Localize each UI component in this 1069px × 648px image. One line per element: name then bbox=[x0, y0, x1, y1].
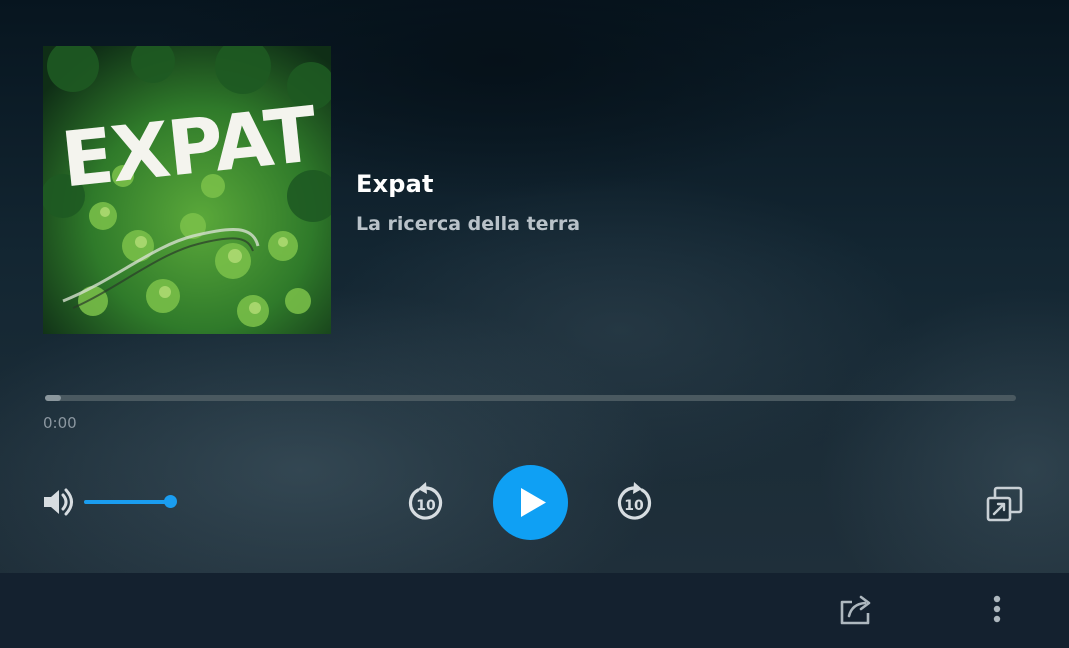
more-options-button[interactable] bbox=[986, 592, 1008, 626]
rewind-10-label: 10 bbox=[416, 498, 436, 514]
volume-slider[interactable] bbox=[84, 495, 177, 508]
popout-icon bbox=[986, 486, 1023, 522]
share-icon bbox=[840, 595, 871, 625]
current-time: 0:00 bbox=[43, 414, 77, 432]
podcast-cover-art: EXPAT bbox=[43, 46, 331, 334]
forward-10-label: 10 bbox=[624, 498, 644, 514]
more-vertical-icon bbox=[993, 595, 1001, 623]
rewind-10-button[interactable]: 10 bbox=[406, 481, 446, 525]
episode-subtitle: La ricerca della terra bbox=[356, 213, 581, 235]
player-footer bbox=[0, 573, 1069, 648]
progress-bar-fill bbox=[45, 395, 61, 401]
share-button[interactable] bbox=[838, 592, 874, 626]
audio-player: EXPAT Expat La ricerca della terra 0:00 … bbox=[0, 0, 1069, 573]
rewind-10-icon: 10 bbox=[408, 482, 443, 520]
popout-button[interactable] bbox=[985, 486, 1025, 524]
volume-icon[interactable] bbox=[42, 486, 78, 518]
volume-slider-fill bbox=[84, 500, 170, 504]
episode-title: Expat bbox=[356, 170, 434, 198]
play-button[interactable] bbox=[493, 465, 568, 540]
cover-forest-image: EXPAT bbox=[43, 46, 331, 334]
forward-10-icon: 10 bbox=[617, 482, 652, 520]
progress-bar[interactable] bbox=[45, 395, 1016, 401]
volume-slider-handle[interactable] bbox=[164, 495, 177, 508]
play-icon bbox=[521, 488, 546, 517]
forward-10-button[interactable]: 10 bbox=[614, 481, 654, 525]
